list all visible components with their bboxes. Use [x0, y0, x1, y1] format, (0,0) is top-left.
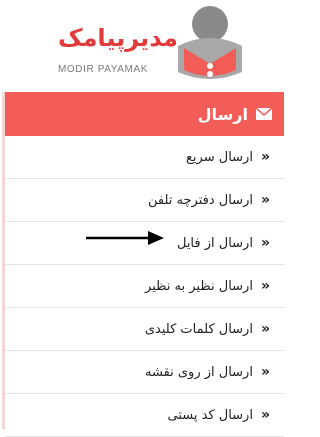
- logo-mark-icon: [178, 6, 242, 79]
- menu-item-label: ارسال از روی نقشه: [144, 364, 253, 380]
- menu-item-label: ارسال کلمات کلیدی: [144, 321, 253, 337]
- double-chevron-icon: «: [260, 321, 270, 337]
- logo-brand-en: MODIR PAYAMAK: [58, 64, 149, 75]
- menu-item-keywords-send[interactable]: « ارسال کلمات کلیدی: [5, 308, 284, 351]
- logo[interactable]: مدیرپیامک MODIR PAYAMAK: [0, 0, 284, 92]
- menu-item-phonebook-send[interactable]: « ارسال دفترچه تلفن: [5, 179, 284, 222]
- menu-item-label: ارسال کد پستی: [167, 407, 253, 423]
- logo-brand-fa: مدیرپیامک: [58, 24, 178, 52]
- arrow-right-icon: [86, 231, 164, 245]
- double-chevron-icon: «: [260, 192, 270, 208]
- double-chevron-icon: «: [260, 278, 270, 294]
- menu-item-label: ارسال دفترچه تلفن: [148, 192, 253, 208]
- double-chevron-icon: «: [260, 149, 270, 165]
- menu-item-map-send[interactable]: « ارسال از روی نقشه: [5, 351, 284, 394]
- envelope-icon: [255, 105, 273, 124]
- menu-item-peer-to-peer-send[interactable]: « ارسال نظیر به نظیر: [5, 265, 284, 308]
- menu-item-label: ارسال سریع: [186, 149, 253, 165]
- double-chevron-icon: «: [260, 407, 270, 423]
- double-chevron-icon: «: [260, 235, 270, 251]
- menu-item-label: ارسال نظیر به نظیر: [145, 278, 253, 294]
- double-chevron-icon: «: [260, 364, 270, 380]
- menu-item-label: ارسال از فایل: [176, 235, 253, 251]
- menu-header[interactable]: ارسال: [5, 92, 284, 136]
- menu-header-label: ارسال: [197, 104, 248, 124]
- menu-item-postal-code-send[interactable]: « ارسال کد پستی: [5, 394, 284, 437]
- send-menu: ارسال « ارسال سریع « ارسال دفترچه تلفن «…: [2, 92, 284, 437]
- menu-item-quick-send[interactable]: « ارسال سریع: [5, 136, 284, 179]
